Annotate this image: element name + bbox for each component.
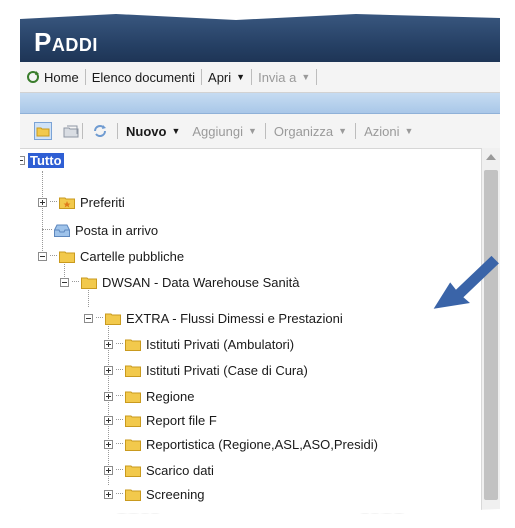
folder-icon [81, 277, 97, 289]
tree-connector [72, 281, 79, 283]
tree-node-public-folders[interactable]: Cartelle pubbliche [38, 247, 184, 265]
chevron-down-icon: ▼ [236, 72, 246, 82]
tree-node-child[interactable]: Istituti Privati (Case di Cura) [104, 361, 308, 379]
expand-icon[interactable] [104, 339, 113, 349]
new-menu[interactable]: Nuovo ▼ [120, 124, 186, 139]
tree-connector [116, 443, 123, 445]
folder-icon [125, 391, 141, 403]
add-menu[interactable]: Aggiungi ▼ [186, 124, 263, 139]
tree-connector [96, 317, 103, 319]
tree-node-dwsan[interactable]: DWSAN - Data Warehouse Sanità [60, 273, 299, 291]
tree-connector [42, 229, 52, 231]
favorites-folder-icon [59, 197, 75, 209]
tree-node-root[interactable]: Tutto [20, 151, 64, 169]
tree-connector [116, 493, 123, 495]
tree-node-child[interactable]: Regione [104, 387, 194, 405]
tree-node-child[interactable]: Screening [104, 485, 205, 503]
chevron-down-icon: ▼ [247, 126, 257, 136]
document-list-button[interactable]: Elenco documenti [86, 70, 201, 85]
tree-connector [116, 395, 123, 397]
app-title: PADDI [34, 27, 98, 57]
tree-node-label: Tutto [28, 152, 64, 168]
organize-menu[interactable]: Organizza ▼ [268, 124, 353, 139]
tree-connector [50, 255, 57, 257]
separator [316, 69, 318, 85]
tree-node-child[interactable]: Istituti Privati (Ambulatori) [104, 335, 294, 353]
folder-icon [59, 251, 75, 263]
open-menu[interactable]: Apri ▼ [202, 70, 251, 85]
folder-icon [125, 365, 141, 377]
chevron-down-icon: ▼ [301, 72, 311, 82]
collapse-icon[interactable] [20, 155, 25, 165]
scroll-up-icon[interactable] [486, 154, 496, 160]
chevron-down-icon: ▼ [404, 126, 414, 136]
expand-icon[interactable] [104, 365, 113, 375]
separator [117, 123, 118, 139]
toolbar: Nuovo ▼ Aggiungi ▼ Organizza ▼ Azioni ▼ [20, 114, 500, 149]
folder-view-icon[interactable] [34, 122, 52, 140]
folder-icon [125, 465, 141, 477]
vertical-scrollbar[interactable] [481, 148, 500, 514]
tree-node-child[interactable]: Report file F [104, 411, 217, 429]
folder-icon [125, 339, 141, 351]
expand-icon[interactable] [104, 391, 113, 401]
collapse-icon[interactable] [84, 313, 93, 323]
expand-icon[interactable] [104, 415, 113, 425]
tree-connector [116, 419, 123, 421]
menu-bar: Home Elenco documenti Apri ▼ Invia a ▼ [20, 62, 500, 93]
folder-icon [125, 489, 141, 501]
tree-node-inbox[interactable]: Posta in arrivo [42, 221, 158, 239]
app-window: PADDI Home Elenco documenti Apri ▼ Invia … [20, 14, 500, 514]
list-view-icon[interactable] [62, 122, 80, 140]
expand-icon[interactable] [104, 465, 113, 475]
expand-icon[interactable] [104, 489, 113, 499]
annotation-arrow-icon [433, 255, 499, 309]
collapse-icon[interactable] [60, 277, 69, 287]
tree-connector [116, 343, 123, 345]
send-to-menu[interactable]: Invia a ▼ [252, 70, 316, 85]
separator [82, 123, 83, 139]
header-band [20, 93, 500, 114]
scroll-thumb[interactable] [484, 170, 498, 500]
expand-icon[interactable] [38, 197, 47, 207]
tree-connector [116, 369, 123, 371]
actions-menu[interactable]: Azioni ▼ [358, 124, 419, 139]
home-refresh-icon [27, 71, 39, 83]
title-bar: PADDI [20, 14, 500, 62]
tree-guide-line [42, 171, 43, 251]
chevron-down-icon: ▼ [338, 126, 348, 136]
separator [355, 123, 357, 139]
folder-icon [105, 313, 121, 325]
tree-node-extra[interactable]: EXTRA - Flussi Dimessi e Prestazioni [84, 309, 343, 327]
folder-icon [125, 415, 141, 427]
tree-node-child[interactable]: Scarico dati [104, 461, 214, 479]
expand-icon[interactable] [104, 439, 113, 449]
tree-node-child[interactable]: Reportistica (Regione,ASL,ASO,Presidi) [104, 435, 378, 453]
collapse-icon[interactable] [38, 251, 47, 261]
folder-icon [125, 439, 141, 451]
folder-tree: Tutto Preferiti Posta in arrivo Cartelle… [20, 149, 480, 509]
tree-node-favorites[interactable]: Preferiti [38, 193, 125, 211]
separator [264, 123, 266, 139]
tree-connector [50, 201, 57, 203]
refresh-icon[interactable] [91, 122, 109, 140]
inbox-icon [54, 224, 70, 237]
home-button[interactable]: Home [20, 70, 85, 85]
tree-connector [116, 469, 123, 471]
chevron-down-icon: ▼ [171, 126, 181, 136]
